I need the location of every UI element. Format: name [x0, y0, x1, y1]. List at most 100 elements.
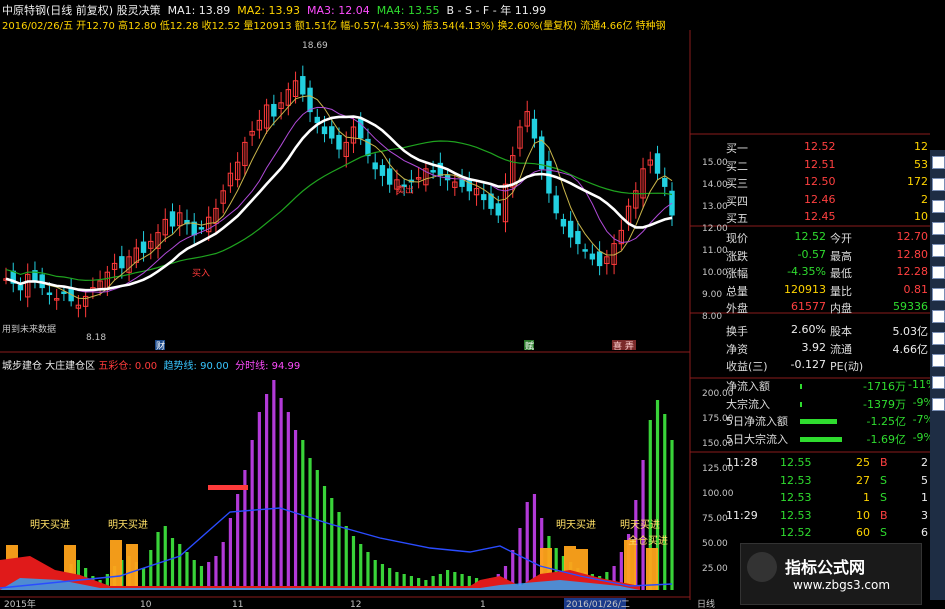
stat-value: 12.70	[896, 230, 929, 243]
quote-panel: 买一 12.52 12 买二 12.51 53 买三 12.50 172 买四 12.46 2 买五 12…	[690, 134, 936, 588]
tick-count: 5	[921, 473, 928, 487]
tick-price: 12.52	[780, 526, 812, 539]
ma3-value: MA3: 12.04	[307, 4, 370, 17]
tick-row: 12.53 1 S 1	[696, 491, 928, 508]
toolbar-button[interactable]	[932, 222, 945, 235]
indicator-bar	[228, 518, 233, 590]
candle-body	[46, 292, 53, 295]
indicator-bar	[670, 440, 674, 590]
toolbar-button[interactable]	[932, 376, 945, 389]
bid-price: 12.46	[804, 192, 836, 206]
stock-title: 中原特钢(日线 前复权) 股灵决策	[2, 4, 161, 17]
high-price-mark: 18.69	[302, 41, 328, 51]
stat2-row: 换手 2.60% 股本 5.03亿	[696, 323, 928, 340]
toolbar-button[interactable]	[932, 288, 945, 301]
ma1-value: MA1: 13.89	[167, 4, 231, 17]
bid-volume: 172	[907, 175, 928, 188]
indicator-bar	[279, 398, 283, 590]
candle-body	[662, 178, 668, 187]
candle-body	[198, 227, 205, 230]
flow-label: 净流入额	[726, 380, 770, 393]
stat-value: -0.57	[797, 247, 826, 261]
bid-volume: 53	[914, 157, 928, 171]
bid-label: 买五	[726, 212, 748, 225]
low-price-mark: 8.18	[86, 333, 106, 343]
indicator-bar	[315, 470, 319, 590]
stat-label: 现价	[726, 232, 748, 245]
toolbar-button[interactable]	[932, 200, 945, 213]
stat-label: 今开	[830, 232, 852, 245]
indicator-bar	[156, 532, 160, 590]
flow-value: -1716万	[863, 380, 906, 393]
candle-body	[495, 203, 501, 216]
stat-row: 现价 12.52 今开 12.70	[696, 230, 928, 247]
indicator-bar	[322, 486, 327, 590]
stat-label: 最高	[830, 249, 852, 263]
watermark-name: 指标公式网	[785, 558, 866, 577]
toolbar-button[interactable]	[932, 398, 945, 411]
indicator-bar	[286, 412, 290, 590]
stat-value: 4.66亿	[892, 342, 929, 356]
sell-signal-label: 卖出	[396, 184, 414, 196]
toolbar-button[interactable]	[932, 354, 945, 367]
future-data-caption: 用到未来数据	[2, 323, 56, 335]
candle-body	[321, 126, 328, 135]
tick-volume: 1	[863, 491, 870, 504]
candle-body	[307, 87, 313, 113]
stat-value: 120913	[784, 282, 826, 296]
flow-value: -1379万	[863, 397, 906, 411]
flow-value: -1.69亿	[866, 432, 906, 446]
date-axis-label: 12	[350, 600, 361, 609]
date-axis-label: 1	[480, 600, 486, 609]
toolbar-button[interactable]	[932, 310, 945, 323]
tick-side: S	[880, 526, 887, 539]
flow-bar	[800, 436, 842, 442]
flow-bar	[800, 401, 802, 407]
candle-body	[567, 220, 574, 238]
toolbar-button[interactable]	[932, 332, 945, 345]
indicator-bar	[250, 440, 254, 590]
bid-price: 12.51	[804, 157, 836, 171]
stat2-row: 净资 3.92 流通 4.66亿	[696, 341, 928, 358]
indicator-bar	[236, 494, 240, 590]
tick-count: 1	[921, 491, 928, 504]
toolbar-button[interactable]	[932, 178, 945, 191]
ma2-value: MA2: 13.93	[237, 4, 301, 17]
tick-row: 12.53 27 S 5	[696, 474, 928, 491]
indicator-bar	[351, 536, 356, 590]
toolbar-button[interactable]	[932, 156, 945, 169]
stat-value: -4.35%	[787, 265, 826, 278]
tick-volume: 27	[856, 473, 870, 487]
stat2-row: 收益(三) -0.127 PE(动)	[696, 358, 928, 375]
tomorrow-buy-label: 明天买进	[556, 519, 596, 531]
indicator-bar	[373, 560, 377, 590]
orange-signal-block	[624, 540, 636, 590]
flow-label: 5日大宗流入	[726, 432, 788, 446]
tick-price: 12.55	[780, 456, 812, 469]
quote-line: 2016/02/26/五 开12.70 高12.80 低12.28 收12.52…	[2, 21, 666, 32]
stat-value: -0.127	[790, 358, 826, 371]
site-logo-icon	[747, 552, 777, 582]
candle-body	[329, 126, 335, 139]
tick-side: S	[880, 473, 887, 487]
stat-label: 换手	[726, 325, 748, 338]
date-axis-label: 2016/01/26/二	[566, 600, 630, 609]
wucai-value: 五彩仓: 0.00	[98, 361, 158, 372]
tick-volume: 60	[856, 526, 870, 539]
tick-side: B	[880, 456, 888, 469]
indicator-bar	[366, 552, 370, 590]
toolbar-button[interactable]	[932, 244, 945, 257]
date-axis-label: 日线	[697, 598, 715, 609]
flow-value: -1.25亿	[866, 415, 906, 428]
toolbar-button[interactable]	[932, 266, 945, 279]
date-axis-label: 11	[232, 600, 243, 609]
candle-body	[372, 162, 378, 170]
tick-price: 12.53	[780, 473, 812, 487]
bid-row: 买三 12.50 172	[696, 175, 928, 192]
stat-value: 3.92	[801, 340, 827, 354]
indicator-bar	[518, 528, 522, 590]
stat-value: 5.03亿	[892, 325, 929, 338]
indicator-bar	[272, 380, 276, 590]
tick-time: 11:28	[726, 456, 758, 469]
stat-label: 最低	[830, 267, 852, 280]
